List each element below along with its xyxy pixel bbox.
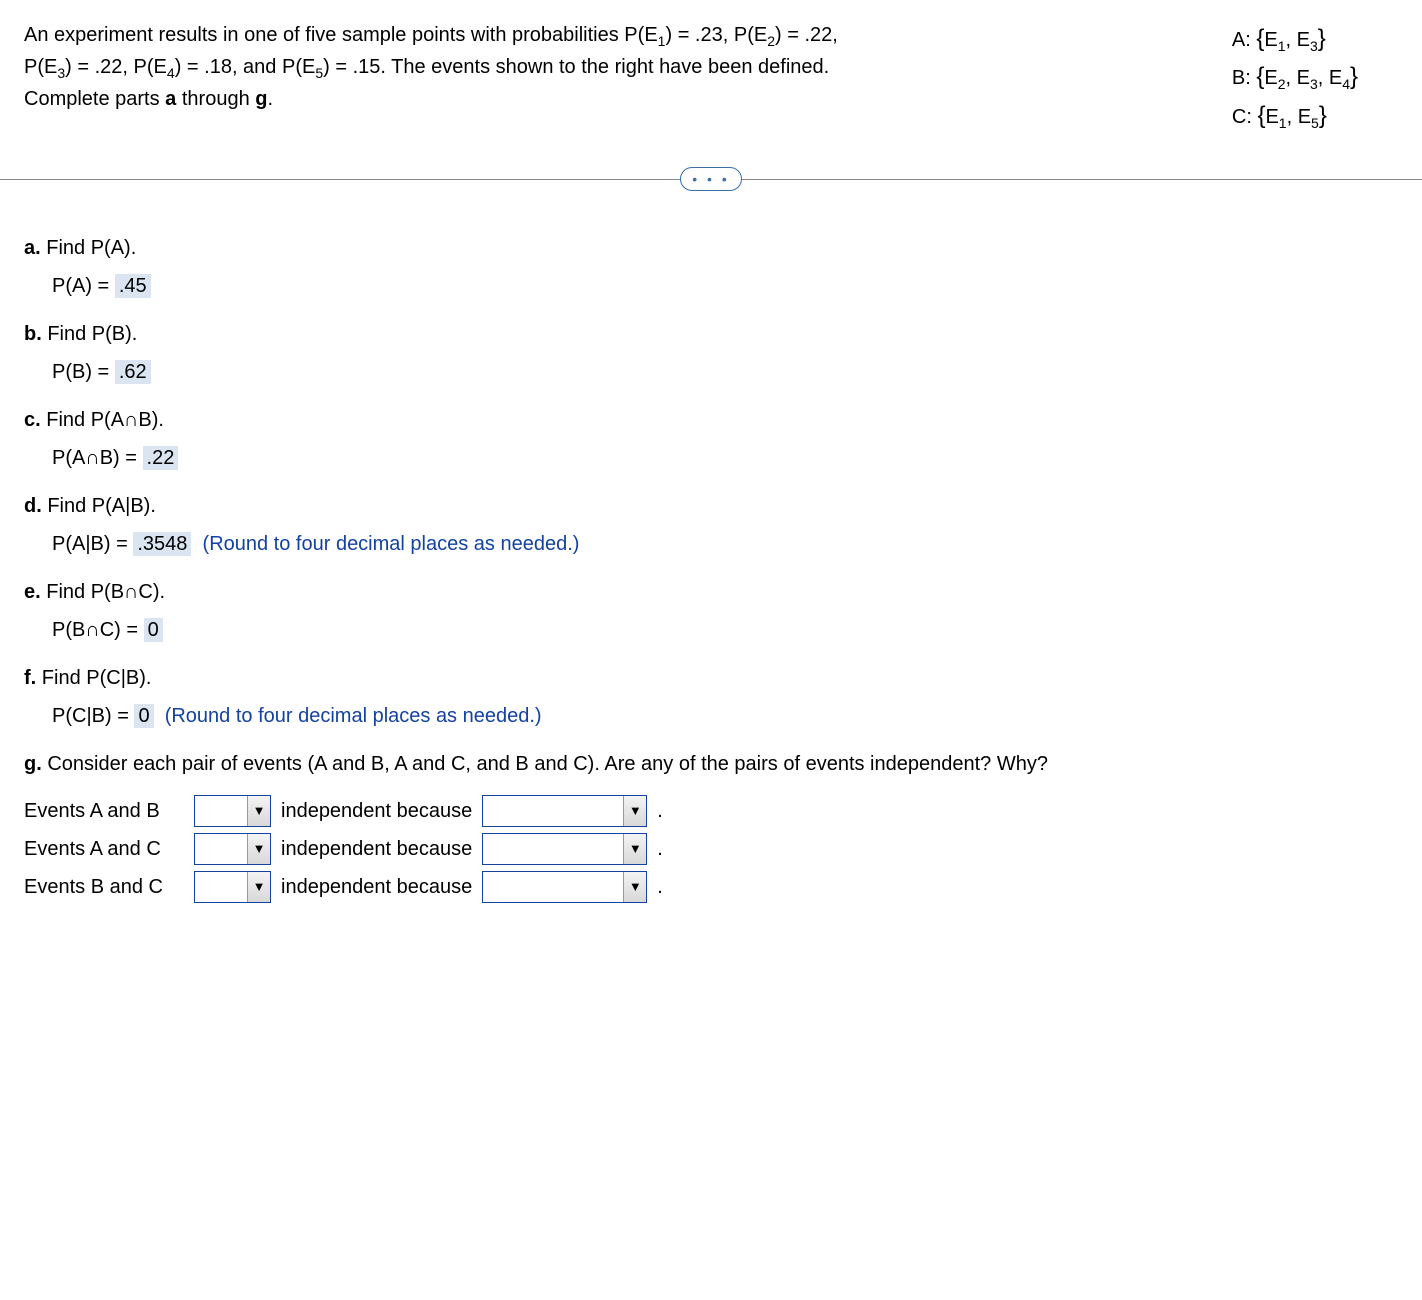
part-e-prompt: e. Find P(B∩C). — [24, 577, 1398, 607]
part-d-expr: P(A|B) = — [52, 533, 128, 555]
part-b-prompt: b. Find P(B). — [24, 319, 1398, 349]
g-mid-text: independent because — [281, 872, 472, 902]
part-c-value[interactable]: .22 — [143, 446, 179, 470]
part-f-value[interactable]: 0 — [134, 704, 153, 728]
part-d-text: Find P(A|B). — [47, 495, 156, 517]
g-row-ac: Events A and C ▼ independent because ▼ . — [24, 833, 1398, 865]
g-ac-dropdown-2[interactable]: ▼ — [482, 833, 647, 865]
g-bc-label: Events B and C — [24, 872, 184, 902]
g-period: . — [657, 834, 663, 864]
part-b-text: Find P(B). — [47, 323, 137, 345]
g-period: . — [657, 796, 663, 826]
problem-statement: An experiment results in one of five sam… — [24, 20, 854, 114]
chevron-down-icon: ▼ — [623, 796, 646, 826]
part-b-value[interactable]: .62 — [115, 360, 151, 384]
part-f-answer: P(C|B) = 0 (Round to four decimal places… — [52, 701, 1398, 731]
g-row-bc: Events B and C ▼ independent because ▼ . — [24, 871, 1398, 903]
part-d-prompt: d. Find P(A|B). — [24, 491, 1398, 521]
part-c-label: c. — [24, 409, 41, 431]
g-mid-text: independent because — [281, 834, 472, 864]
part-a-prompt: a. Find P(A). — [24, 233, 1398, 263]
chevron-down-icon: ▼ — [247, 872, 270, 902]
part-a-expr: P(A) = — [52, 275, 109, 297]
part-g-answers: Events A and B ▼ independent because ▼ .… — [24, 795, 1398, 903]
event-b-def: B: {E2, E3, E4} — [1232, 58, 1358, 96]
part-f-prompt: f. Find P(C|B). — [24, 663, 1398, 693]
part-b-answer: P(B) = .62 — [52, 357, 1398, 387]
part-b-expr: P(B) = — [52, 361, 109, 383]
events-definition: A: {E1, E3} B: {E2, E3, E4} C: {E1, E5} — [1232, 20, 1398, 135]
part-g-label: g. — [24, 753, 42, 775]
event-c-def: C: {E1, E5} — [1232, 97, 1358, 135]
part-g-prompt: g. Consider each pair of events (A and B… — [24, 749, 1398, 779]
chevron-down-icon: ▼ — [623, 834, 646, 864]
chevron-down-icon: ▼ — [623, 872, 646, 902]
part-a-answer: P(A) = .45 — [52, 271, 1398, 301]
g-bc-dropdown-1[interactable]: ▼ — [194, 871, 271, 903]
part-e-label: e. — [24, 581, 41, 603]
g-mid-text: independent because — [281, 796, 472, 826]
g-row-ab: Events A and B ▼ independent because ▼ . — [24, 795, 1398, 827]
part-e-text: Find P(B∩C). — [46, 581, 165, 603]
part-f-expr: P(C|B) = — [52, 705, 129, 727]
part-g-text: Consider each pair of events (A and B, A… — [47, 753, 1048, 775]
part-a-label: a. — [24, 237, 41, 259]
part-d-label: d. — [24, 495, 42, 517]
part-b-label: b. — [24, 323, 42, 345]
chevron-down-icon: ▼ — [247, 834, 270, 864]
part-e-expr: P(B∩C) = — [52, 619, 138, 641]
section-divider: • • • — [24, 165, 1398, 193]
problem-header: An experiment results in one of five sam… — [24, 20, 1398, 135]
expand-dots-button[interactable]: • • • — [680, 167, 742, 191]
part-a-text: Find P(A). — [46, 237, 136, 259]
part-f-text: Find P(C|B). — [42, 667, 152, 689]
part-f-label: f. — [24, 667, 36, 689]
chevron-down-icon: ▼ — [247, 796, 270, 826]
part-e-answer: P(B∩C) = 0 — [52, 615, 1398, 645]
part-c-text: Find P(A∩B). — [46, 409, 164, 431]
part-f-hint: (Round to four decimal places as needed.… — [165, 705, 542, 727]
part-d-value[interactable]: .3548 — [133, 532, 191, 556]
part-e-value[interactable]: 0 — [144, 618, 163, 642]
event-a-def: A: {E1, E3} — [1232, 20, 1358, 58]
g-period: . — [657, 872, 663, 902]
part-a-value[interactable]: .45 — [115, 274, 151, 298]
part-c-answer: P(A∩B) = .22 — [52, 443, 1398, 473]
g-ab-dropdown-2[interactable]: ▼ — [482, 795, 647, 827]
part-d-answer: P(A|B) = .3548 (Round to four decimal pl… — [52, 529, 1398, 559]
part-d-hint: (Round to four decimal places as needed.… — [203, 533, 580, 555]
part-c-expr: P(A∩B) = — [52, 447, 137, 469]
g-ac-dropdown-1[interactable]: ▼ — [194, 833, 271, 865]
g-bc-dropdown-2[interactable]: ▼ — [482, 871, 647, 903]
g-ac-label: Events A and C — [24, 834, 184, 864]
g-ab-dropdown-1[interactable]: ▼ — [194, 795, 271, 827]
g-ab-label: Events A and B — [24, 796, 184, 826]
part-c-prompt: c. Find P(A∩B). — [24, 405, 1398, 435]
